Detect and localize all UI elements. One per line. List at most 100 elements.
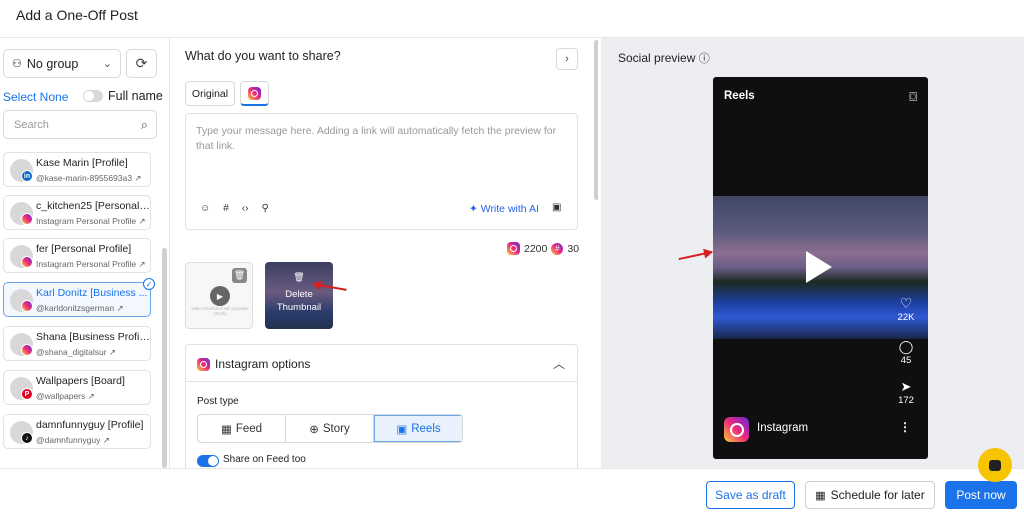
search-icon: ⌕	[140, 117, 148, 132]
account-search-input[interactable]: Search ⌕	[3, 110, 157, 139]
expand-button[interactable]: ›	[556, 48, 578, 70]
tab-original[interactable]: Original	[185, 81, 235, 106]
save-draft-button[interactable]: Save as draft	[706, 481, 795, 509]
users-icon: ⚇	[12, 58, 22, 70]
check-icon: ✓	[143, 278, 155, 290]
post-type-reels[interactable]: ▣ Reels	[374, 415, 462, 442]
pinterest-icon: P	[21, 388, 33, 400]
trash-icon: 🗑	[293, 272, 305, 282]
account-name: damnfunnyguy [Profile]	[36, 419, 144, 431]
modal-header: Add a One-Off Post	[0, 0, 1024, 38]
chat-support-icon[interactable]	[978, 448, 1012, 482]
external-link-icon[interactable]: ↗	[136, 216, 146, 226]
likes-stat: ♡ 22K	[891, 295, 921, 323]
media-library-icon[interactable]: ▣	[552, 202, 561, 213]
post-type-label: Post type	[197, 396, 239, 407]
account-handle: Instagram Personal Profile ↗	[36, 259, 146, 269]
account-item[interactable]: c_kitchen25 [Personal ... Instagram Perso…	[3, 195, 151, 230]
sidebar-scrollbar[interactable]	[162, 248, 167, 468]
account-name: fer [Personal Profile]	[36, 243, 132, 255]
instagram-options-title: Instagram options	[215, 357, 311, 371]
info-icon[interactable]: ⓘ	[699, 53, 710, 65]
sparkle-icon: ✦	[469, 203, 481, 215]
refresh-button[interactable]: ⟳	[126, 49, 157, 78]
tiktok-icon: ♪	[21, 432, 33, 444]
code-icon[interactable]: ‹›	[242, 203, 249, 214]
write-with-ai-label: Write with AI	[480, 203, 539, 215]
camera-icon: ⌼	[909, 89, 917, 104]
external-link-icon[interactable]: ↗	[136, 259, 146, 269]
account-item[interactable]: Karl Donitz [Business ... @karldonitzsger…	[3, 278, 155, 317]
reels-label: Reels	[724, 90, 755, 102]
story-icon: ⊕	[309, 423, 319, 436]
account-name: c_kitchen25 [Personal ...	[36, 200, 150, 212]
account-item[interactable]: fer [Personal Profile] Instagram Personal…	[3, 238, 151, 273]
play-icon[interactable]: ▶	[210, 286, 230, 306]
instagram-icon	[21, 256, 33, 268]
hashtag-count-icon: #	[551, 242, 564, 255]
heart-icon: ♡	[899, 295, 913, 311]
emoji-icon[interactable]: ☺	[200, 203, 210, 214]
video-media-item[interactable]: 🗑 ▶ video thumbnail will populate shortl…	[185, 262, 253, 329]
account-handle: @kase-marin-8955693a3 ↗	[36, 173, 142, 183]
shares-stat: ➤ 172	[891, 379, 921, 406]
media-caption: video thumbnail will populate shortly	[191, 306, 249, 316]
delete-thumbnail-label[interactable]: Delete Thumbnail	[265, 288, 333, 314]
more-icon[interactable]: ⋮	[899, 420, 911, 434]
post-type-story[interactable]: ⊕ Story	[286, 415, 374, 442]
account-item[interactable]: ♪ damnfunnyguy [Profile] @damnfunnyguy ↗	[3, 414, 151, 449]
group-select[interactable]: ⚇ No group ⌄	[3, 49, 121, 78]
tab-instagram[interactable]	[240, 81, 269, 106]
share-on-feed-toggle[interactable]	[197, 455, 219, 467]
account-item[interactable]: in Kase Marin [Profile] @kase-marin-895569…	[3, 152, 151, 187]
message-textarea[interactable]: Type your message here. Adding a link wi…	[185, 113, 578, 230]
social-preview-title: Social preview ⓘ	[618, 51, 710, 65]
chevron-down-icon: ⌄	[102, 58, 112, 70]
full-name-label: Full name	[108, 89, 163, 103]
write-with-ai-button[interactable]: ✦ Write with AI	[469, 203, 539, 215]
account-item[interactable]: Shana [Business Profile] @shana_digitalsu…	[3, 326, 151, 361]
instagram-logo-icon	[724, 417, 749, 442]
account-item[interactable]: P Wallpapers [Board] @wallpapers ↗	[3, 370, 151, 405]
reels-icon: ▣	[396, 423, 408, 436]
external-link-icon[interactable]: ↗	[114, 303, 123, 313]
instagram-icon	[248, 86, 261, 100]
hashtag-count: 30	[567, 242, 580, 255]
external-link-icon[interactable]: ↗	[132, 173, 141, 183]
account-handle: @karldonitzsgerman ↗	[36, 303, 124, 313]
select-none-link[interactable]: Select None	[3, 90, 68, 104]
preview-panel: Social preview ⓘ Reels ⌼ ♡ 22K ◯ 45 ➤ 172 I…	[601, 38, 1024, 468]
schedule-label: Schedule for later	[830, 488, 925, 502]
full-name-toggle[interactable]	[83, 90, 103, 102]
trash-icon[interactable]: 🗑	[232, 268, 247, 283]
composer-toolbar: ☺ # ‹› ⚲	[200, 203, 269, 214]
external-link-icon[interactable]: ↗	[100, 435, 110, 445]
external-link-icon[interactable]: ↗	[85, 391, 95, 401]
preview-account-name: Instagram	[757, 422, 809, 434]
share-on-feed-label: Share on Feed too	[223, 454, 306, 465]
composer-scrollbar[interactable]	[594, 40, 598, 200]
modal-title: Add a One-Off Post	[16, 7, 138, 23]
composer-panel: What do you want to share? › Original Ty…	[170, 38, 598, 468]
play-icon[interactable]	[806, 251, 832, 283]
chevron-up-icon[interactable]: ︿	[553, 355, 565, 372]
comment-icon: ◯	[898, 339, 914, 354]
post-type-feed[interactable]: ▦ Feed	[198, 415, 286, 442]
account-handle: Instagram Personal Profile ↗	[36, 216, 146, 226]
instagram-icon	[21, 300, 33, 312]
refresh-icon: ⟳	[135, 55, 148, 71]
linkedin-icon: in	[21, 170, 33, 182]
instagram-icon	[507, 242, 520, 255]
schedule-button[interactable]: ▦ Schedule for later	[805, 481, 935, 509]
composer-question: What do you want to share?	[185, 49, 341, 63]
account-name: Shana [Business Profile]	[36, 331, 150, 343]
external-link-icon[interactable]: ↗	[107, 347, 116, 357]
reels-preview: Reels ⌼ ♡ 22K ◯ 45 ➤ 172 Instagram ⋮	[713, 77, 928, 459]
hashtag-icon[interactable]: #	[223, 203, 229, 214]
send-icon: ➤	[900, 379, 912, 394]
thumbnail-media-item[interactable]: 🗑 Delete Thumbnail	[265, 262, 333, 329]
location-icon[interactable]: ⚲	[261, 203, 268, 214]
instagram-options-header[interactable]: Instagram options ︿	[186, 345, 577, 382]
post-now-button[interactable]: Post now	[945, 481, 1017, 509]
account-handle: @shana_digitalsur ↗	[36, 347, 117, 357]
